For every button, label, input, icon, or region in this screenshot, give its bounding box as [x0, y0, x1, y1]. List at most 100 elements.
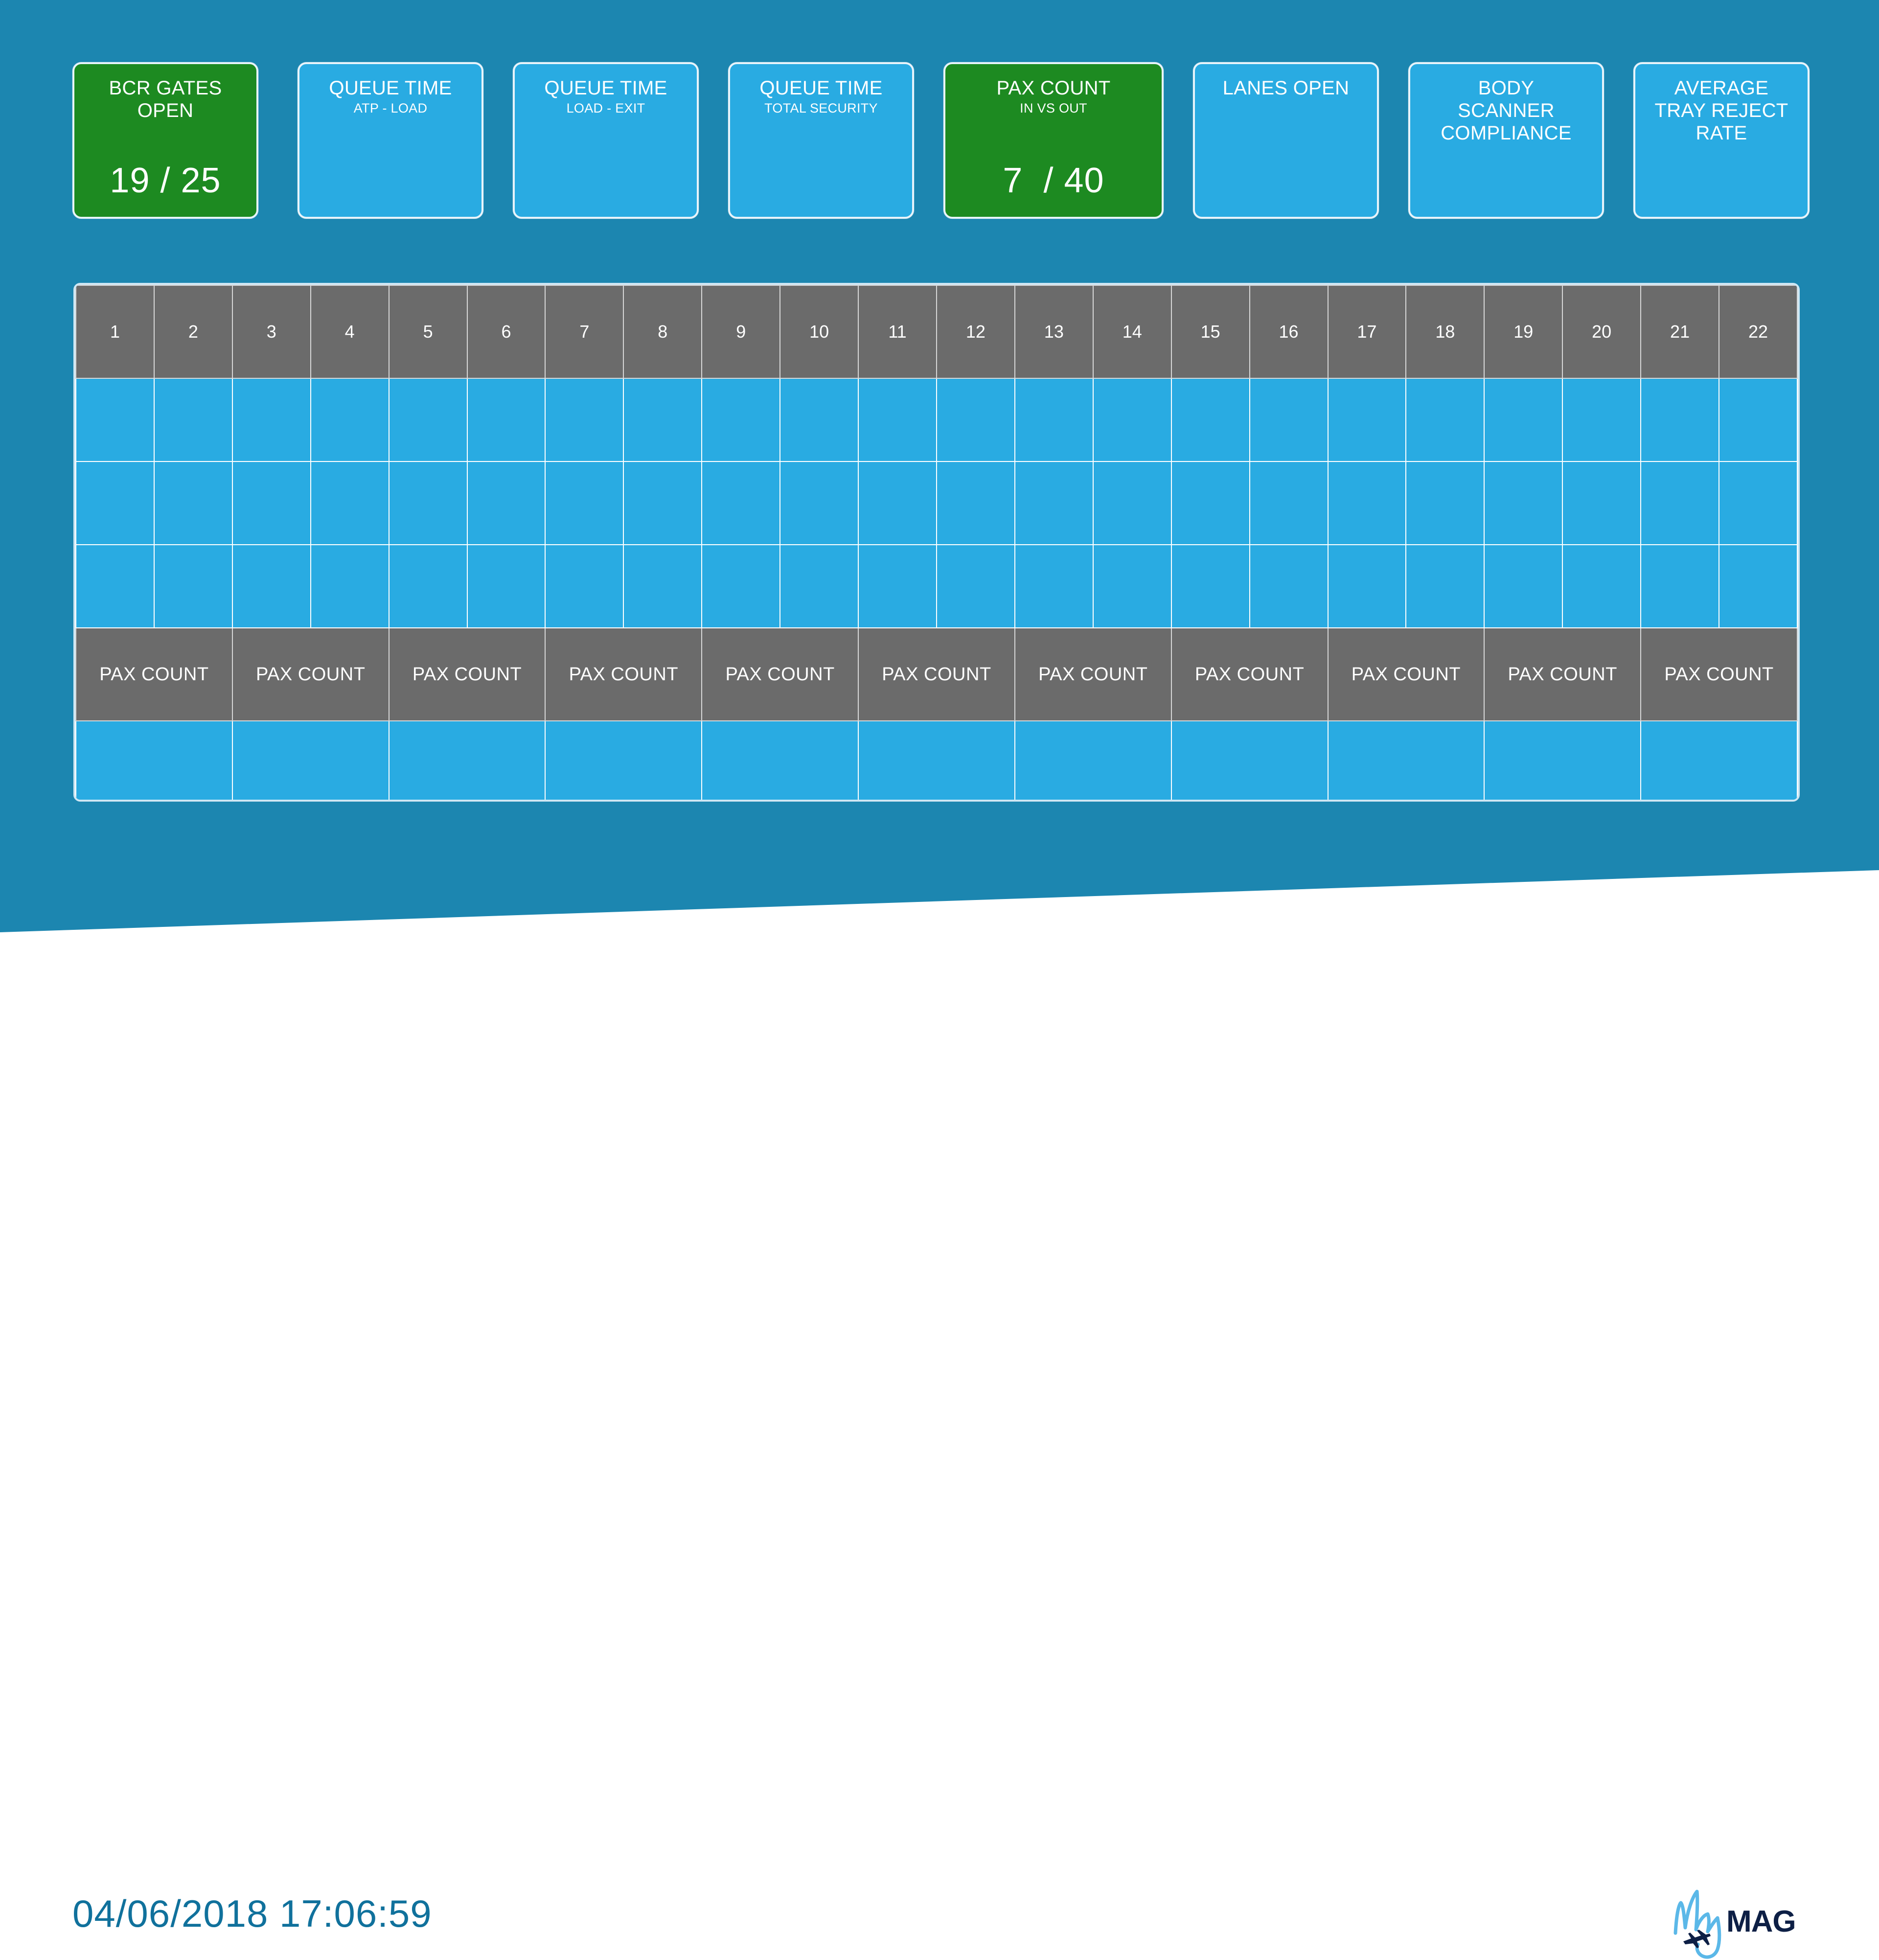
grid-blank-row-3-cell[interactable] [153, 544, 233, 628]
grid-blank-row-2-cell[interactable] [1249, 461, 1329, 545]
grid-blank-row-3-cell[interactable] [310, 544, 390, 628]
kpi-card-2[interactable]: QUEUE TIME ATP - LOAD [298, 62, 483, 219]
grid-blank-row-2-cell[interactable] [388, 461, 468, 545]
grid-blank-row-2-cell[interactable] [310, 461, 390, 545]
grid-pax-value-row-cell[interactable] [388, 720, 546, 800]
grid-blank-row-1-cell[interactable] [1484, 378, 1563, 462]
grid-header-row-cell[interactable]: 14 [1092, 285, 1172, 379]
grid-pax-value-row-cell[interactable] [1170, 720, 1329, 800]
grid-header-row-cell[interactable]: 17 [1327, 285, 1407, 379]
grid-blank-row-1-cell[interactable] [153, 378, 233, 462]
grid-blank-row-2-cell[interactable] [75, 461, 155, 545]
grid-blank-row-1-cell[interactable] [1249, 378, 1329, 462]
grid-blank-row-3-cell[interactable] [936, 544, 1015, 628]
grid-blank-row-2-cell[interactable] [153, 461, 233, 545]
grid-header-row-cell[interactable]: 13 [1014, 285, 1094, 379]
grid-blank-row-2-cell[interactable] [1484, 461, 1563, 545]
grid-header-row-cell[interactable]: 1 [75, 285, 155, 379]
grid-blank-row-3-cell[interactable] [1484, 544, 1563, 628]
kpi-card-1[interactable]: BCR GATES OPEN 19 / 25 [72, 62, 258, 219]
grid-header-row-cell[interactable]: 8 [623, 285, 703, 379]
grid-pax-value-row-cell[interactable] [1014, 720, 1172, 800]
grid-blank-row-3-cell[interactable] [1249, 544, 1329, 628]
grid-header-row-cell[interactable]: 5 [388, 285, 468, 379]
grid-blank-row-2-cell[interactable] [466, 461, 546, 545]
grid-blank-row-2-cell[interactable] [1327, 461, 1407, 545]
grid-pax-count-row-cell[interactable]: PAX COUNT [858, 627, 1015, 721]
grid-blank-row-2-cell[interactable] [1719, 461, 1798, 545]
grid-blank-row-3-cell[interactable] [623, 544, 703, 628]
grid-pax-count-row-cell[interactable]: PAX COUNT [545, 627, 703, 721]
grid-blank-row-1-cell[interactable] [1640, 378, 1720, 462]
grid-pax-value-row-cell[interactable] [858, 720, 1015, 800]
grid-pax-count-row-cell[interactable]: PAX COUNT [231, 627, 390, 721]
grid-blank-row-2-cell[interactable] [1092, 461, 1172, 545]
grid-blank-row-1-cell[interactable] [1092, 378, 1172, 462]
grid-blank-row-3-cell[interactable] [1092, 544, 1172, 628]
grid-blank-row-3-cell[interactable] [545, 544, 624, 628]
grid-blank-row-2-cell[interactable] [1170, 461, 1250, 545]
grid-blank-row-1-cell[interactable] [1014, 378, 1094, 462]
grid-pax-value-row-cell[interactable] [1484, 720, 1642, 800]
kpi-card-3[interactable]: QUEUE TIME LOAD - EXIT [513, 62, 699, 219]
grid-blank-row-1-cell[interactable] [701, 378, 781, 462]
grid-header-row-cell[interactable]: 20 [1562, 285, 1642, 379]
grid-blank-row-1-cell[interactable] [388, 378, 468, 462]
grid-blank-row-1-cell[interactable] [1405, 378, 1485, 462]
grid-pax-value-row-cell[interactable] [545, 720, 703, 800]
grid-pax-count-row-cell[interactable]: PAX COUNT [701, 627, 859, 721]
grid-blank-row-3-cell[interactable] [1719, 544, 1798, 628]
grid-header-row-cell[interactable]: 6 [466, 285, 546, 379]
grid-blank-row-3-cell[interactable] [779, 544, 859, 628]
grid-blank-row-3-cell[interactable] [1640, 544, 1720, 628]
grid-blank-row-1-cell[interactable] [75, 378, 155, 462]
grid-header-row-cell[interactable]: 16 [1249, 285, 1329, 379]
grid-blank-row-2-cell[interactable] [1562, 461, 1642, 545]
grid-blank-row-3-cell[interactable] [1327, 544, 1407, 628]
grid-header-row-cell[interactable]: 11 [858, 285, 937, 379]
grid-blank-row-2-cell[interactable] [1014, 461, 1094, 545]
kpi-card-5[interactable]: PAX COUNT IN VS OUT 7 / 40 [943, 62, 1164, 219]
grid-blank-row-2-cell[interactable] [1640, 461, 1720, 545]
grid-blank-row-1-cell[interactable] [1327, 378, 1407, 462]
grid-blank-row-3-cell[interactable] [1170, 544, 1250, 628]
kpi-card-4[interactable]: QUEUE TIME TOTAL SECURITY [728, 62, 914, 219]
grid-blank-row-2-cell[interactable] [858, 461, 937, 545]
grid-pax-count-row-cell[interactable]: PAX COUNT [75, 627, 233, 721]
grid-header-row-cell[interactable]: 9 [701, 285, 781, 379]
grid-blank-row-1-cell[interactable] [779, 378, 859, 462]
grid-header-row-cell[interactable]: 4 [310, 285, 390, 379]
grid-pax-count-row-cell[interactable]: PAX COUNT [388, 627, 546, 721]
grid-pax-count-row-cell[interactable]: PAX COUNT [1327, 627, 1485, 721]
grid-blank-row-1-cell[interactable] [858, 378, 937, 462]
grid-header-row-cell[interactable]: 3 [231, 285, 311, 379]
grid-pax-count-row-cell[interactable]: PAX COUNT [1640, 627, 1798, 721]
grid-blank-row-3-cell[interactable] [858, 544, 937, 628]
grid-pax-value-row-cell[interactable] [1640, 720, 1798, 800]
grid-blank-row-3-cell[interactable] [388, 544, 468, 628]
grid-blank-row-1-cell[interactable] [936, 378, 1015, 462]
grid-header-row-cell[interactable]: 7 [545, 285, 624, 379]
grid-blank-row-1-cell[interactable] [466, 378, 546, 462]
grid-pax-value-row-cell[interactable] [231, 720, 390, 800]
grid-pax-value-row-cell[interactable] [701, 720, 859, 800]
grid-blank-row-2-cell[interactable] [623, 461, 703, 545]
grid-header-row-cell[interactable]: 18 [1405, 285, 1485, 379]
grid-pax-count-row-cell[interactable]: PAX COUNT [1484, 627, 1642, 721]
grid-pax-value-row-cell[interactable] [1327, 720, 1485, 800]
grid-header-row-cell[interactable]: 21 [1640, 285, 1720, 379]
grid-blank-row-2-cell[interactable] [779, 461, 859, 545]
grid-blank-row-1-cell[interactable] [1562, 378, 1642, 462]
grid-header-row-cell[interactable]: 12 [936, 285, 1015, 379]
grid-blank-row-1-cell[interactable] [231, 378, 311, 462]
grid-blank-row-1-cell[interactable] [623, 378, 703, 462]
grid-pax-count-row-cell[interactable]: PAX COUNT [1014, 627, 1172, 721]
grid-blank-row-3-cell[interactable] [1562, 544, 1642, 628]
grid-blank-row-3-cell[interactable] [1014, 544, 1094, 628]
grid-pax-count-row-cell[interactable]: PAX COUNT [1170, 627, 1329, 721]
grid-pax-value-row-cell[interactable] [75, 720, 233, 800]
grid-header-row-cell[interactable]: 10 [779, 285, 859, 379]
grid-header-row-cell[interactable]: 19 [1484, 285, 1563, 379]
grid-header-row-cell[interactable]: 15 [1170, 285, 1250, 379]
grid-blank-row-2-cell[interactable] [231, 461, 311, 545]
